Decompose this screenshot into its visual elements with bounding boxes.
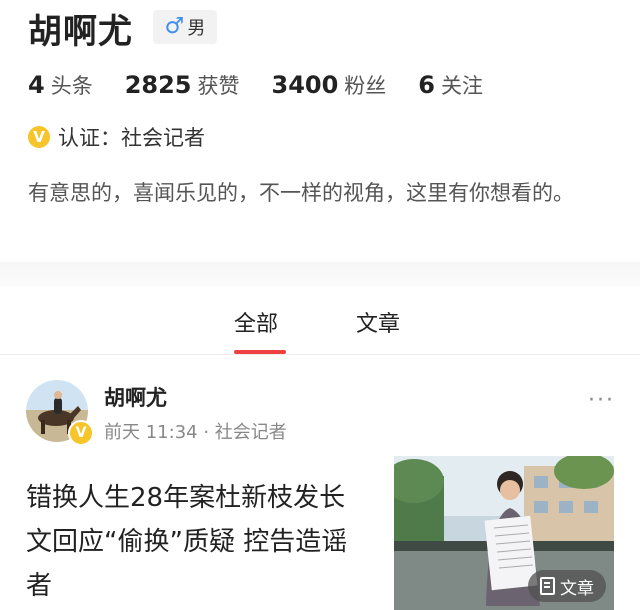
author-verified-icon: V [68,420,94,446]
stat-followers-label: 粉丝 [344,74,387,98]
post-headline[interactable]: 错换人生28年案杜新枝发长文回应“偷换”质疑 控告造谣者 [26,476,366,608]
stat-following[interactable]: 6 关注 [418,70,483,100]
stat-followers-count: 3400 [271,71,339,99]
stat-followers[interactable]: 3400 粉丝 [272,70,387,100]
article-type-label: 文章 [560,578,594,599]
tab-articles[interactable]: 文章 [356,306,400,338]
verification-row: V 认证：社会记者 [28,122,205,152]
article-type-tag: 文章 [528,570,606,602]
stat-posts-count: 4 [28,71,45,99]
stat-likes-count: 2825 [124,71,192,99]
more-options-icon[interactable]: ··· [588,388,615,413]
active-tab-indicator [234,350,286,354]
post-author[interactable]: 胡啊尤 [104,382,167,412]
stat-posts[interactable]: 4 头条 [28,70,93,100]
male-symbol-icon: ♂ [164,14,185,39]
stat-posts-label: 头条 [50,74,93,98]
stat-likes-label: 获赞 [197,74,240,98]
profile-stats: 4 头条 2825 获赞 3400 粉丝 6 关注 [28,70,515,100]
verified-badge-icon: V [28,126,50,148]
profile-name: 胡啊尤 [28,12,133,52]
post-meta: 前天 11:34 · 社会记者 [104,422,287,443]
stat-following-label: 关注 [441,74,483,98]
section-divider [0,262,640,286]
tab-all[interactable]: 全部 [234,306,278,338]
gender-label: 男 [187,18,206,39]
content-tabs: 全部 文章 [0,286,640,355]
profile-bio: 有意思的，喜闻乐见的，不一样的视角，这里有你想看的。 [28,181,574,205]
document-icon [540,577,555,595]
stat-following-count: 6 [418,71,435,99]
stat-likes[interactable]: 2825 获赞 [125,70,240,100]
verification-label: 认证：社会记者 [58,126,205,150]
gender-badge: ♂ 男 [153,10,217,44]
